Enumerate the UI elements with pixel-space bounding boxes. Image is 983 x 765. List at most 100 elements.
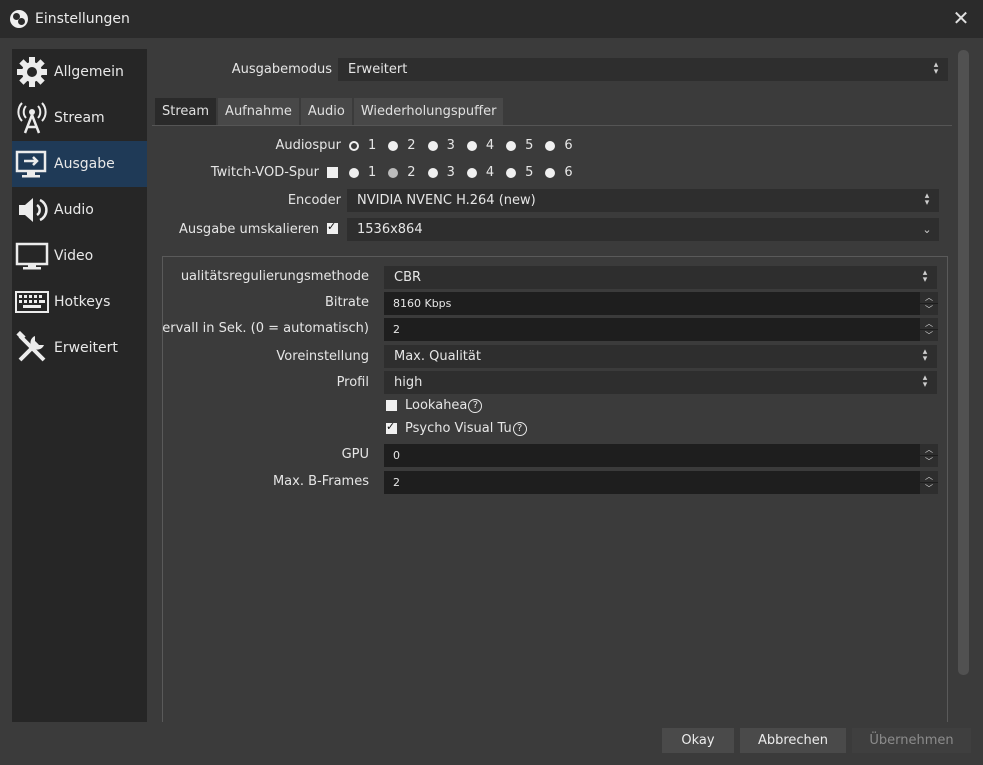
okay-button[interactable]: Okay — [662, 728, 734, 753]
sidebar-item-video[interactable]: Video — [12, 233, 147, 279]
apply-button[interactable]: Übernehmen — [852, 728, 971, 753]
spin-down-icon[interactable]: ﹀ — [920, 330, 938, 341]
preset-value: Max. Qualität — [394, 349, 481, 364]
audio-track-radio-3[interactable] — [427, 140, 438, 151]
tools-icon — [15, 331, 49, 365]
rate-control-select[interactable]: CBR ▴ ▾ — [384, 266, 937, 289]
up-down-chevron-icon: ▴ ▾ — [922, 373, 928, 390]
close-icon[interactable]: ✕ — [951, 8, 971, 28]
bframes-spinbox[interactable]: 2 ︿ ﹀ — [384, 471, 938, 494]
keyboard-icon — [15, 285, 49, 319]
gpu-label: GPU — [341, 447, 369, 462]
vertical-scrollbar[interactable] — [958, 50, 969, 675]
keyframe-interval-value: 2 — [393, 323, 400, 336]
output-tabs: Stream Aufnahme Audio Wiederholungspuffe… — [155, 98, 505, 126]
audio-track-radio-6[interactable] — [545, 140, 556, 151]
bitrate-spinbox[interactable]: 8160 Kbps ︿ ﹀ — [384, 292, 938, 315]
tab-stream[interactable]: Stream — [155, 98, 217, 126]
bframes-value: 2 — [393, 476, 400, 489]
bitrate-label: Bitrate — [324, 295, 369, 310]
radio-label: 3 — [446, 138, 455, 153]
audio-track-radio-5[interactable] — [506, 140, 517, 151]
tab-divider — [152, 125, 952, 126]
preset-select[interactable]: Max. Qualität ▴ ▾ — [384, 345, 937, 368]
twitch-vod-radio-4[interactable] — [466, 167, 477, 178]
sidebar-item-ausgabe[interactable]: Ausgabe — [12, 141, 147, 187]
speaker-icon — [15, 193, 49, 227]
spin-up-icon[interactable]: ︿ — [920, 471, 938, 482]
radio-label: 4 — [485, 138, 495, 153]
preset-label: Voreinstellung — [276, 349, 369, 364]
tab-audio[interactable]: Audio — [300, 98, 352, 126]
sidebar-item-label: Ausgabe — [54, 156, 115, 172]
lookahead-label: Lookahea — [405, 398, 468, 413]
twitch-vod-radio-2[interactable] — [388, 167, 399, 178]
keyframe-interval-spinbox[interactable]: 2 ︿ ﹀ — [384, 318, 938, 341]
monitor-icon — [15, 239, 49, 273]
output-icon — [15, 147, 49, 181]
up-down-chevron-icon: ▴ ▾ — [922, 347, 928, 364]
audio-track-radio-4[interactable] — [466, 140, 477, 151]
profile-label: Profil — [336, 375, 369, 390]
up-down-chevron-icon: ▴ ▾ — [922, 268, 928, 285]
tab-wiederholungspuffer[interactable]: Wiederholungspuffer — [353, 98, 504, 126]
spin-up-icon[interactable]: ︿ — [920, 318, 938, 329]
bframes-label: Max. B-Frames — [272, 474, 369, 489]
encoder-settings-group: ualitätsregulierungsmethode CBR ▴ ▾ Bitra… — [162, 256, 948, 722]
cancel-button[interactable]: Abbrechen — [740, 728, 846, 753]
radio-label: 5 — [525, 138, 534, 153]
output-mode-select[interactable]: Erweitert ▴ ▾ — [338, 58, 948, 81]
twitch-vod-radio-6[interactable] — [545, 167, 556, 178]
sidebar-item-label: Stream — [54, 110, 105, 126]
gpu-spinbox[interactable]: 0 ︿ ﹀ — [384, 444, 938, 467]
radio-label: 6 — [564, 138, 573, 153]
broadcast-icon — [15, 101, 49, 135]
help-icon[interactable]: ? — [468, 398, 483, 413]
twitch-vod-radio-3[interactable] — [427, 167, 438, 178]
radio-label: 4 — [485, 165, 495, 180]
chevron-down-icon: ⌄ — [922, 223, 932, 236]
rescale-checkbox[interactable] — [327, 220, 338, 234]
up-down-chevron-icon: ▴ ▾ — [933, 60, 939, 77]
sidebar-item-allgemein[interactable]: Allgemein — [12, 49, 147, 95]
lookahead-checkbox[interactable] — [386, 400, 397, 411]
output-mode-value: Erweitert — [348, 62, 408, 77]
twitch-vod-radio-group: 1 2 3 4 5 6 — [349, 165, 585, 180]
bitrate-value: 8160 Kbps — [393, 297, 452, 310]
twitch-vod-radio-1[interactable] — [349, 167, 359, 178]
encoder-value: NVIDIA NVENC H.264 (new) — [357, 193, 536, 208]
rescale-resolution-select[interactable]: 1536x864 ⌄ — [347, 218, 939, 241]
gear-icon — [15, 55, 49, 89]
spin-down-icon[interactable]: ﹀ — [920, 456, 938, 467]
up-down-chevron-icon: ▴ ▾ — [924, 191, 930, 208]
tab-aufnahme[interactable]: Aufnahme — [218, 98, 299, 126]
audio-track-radio-1[interactable] — [349, 140, 359, 151]
audio-track-radio-2[interactable] — [388, 140, 399, 151]
radio-label: 5 — [525, 165, 534, 180]
encoder-select[interactable]: NVIDIA NVENC H.264 (new) ▴ ▾ — [347, 189, 939, 212]
spin-down-icon[interactable]: ﹀ — [920, 304, 938, 315]
sidebar-item-label: Video — [54, 248, 94, 264]
spin-up-icon[interactable]: ︿ — [920, 292, 938, 303]
sidebar-item-erweitert[interactable]: Erweitert — [12, 325, 147, 371]
window-title: Einstellungen — [35, 11, 130, 27]
output-settings-panel: Ausgabemodus Erweitert ▴ ▾ Stream Aufnahm… — [152, 49, 952, 722]
psycho-visual-checkbox[interactable] — [386, 420, 397, 434]
twitch-vod-radio-5[interactable] — [506, 167, 517, 178]
lookahead-row: Lookahea ? — [386, 398, 483, 413]
rescale-value: 1536x864 — [357, 222, 423, 237]
profile-select[interactable]: high ▴ ▾ — [384, 371, 937, 394]
twitch-vod-checkbox[interactable] — [327, 167, 338, 178]
audio-track-radio-group: 1 2 3 4 5 6 — [349, 138, 585, 153]
radio-label: 1 — [368, 138, 377, 153]
spin-up-icon[interactable]: ︿ — [920, 444, 938, 455]
radio-label: 2 — [407, 165, 416, 180]
spin-down-icon[interactable]: ﹀ — [920, 483, 938, 494]
help-icon[interactable]: ? — [512, 421, 527, 436]
sidebar-item-audio[interactable]: Audio — [12, 187, 147, 233]
sidebar-item-stream[interactable]: Stream — [12, 95, 147, 141]
sidebar-item-hotkeys[interactable]: Hotkeys — [12, 279, 147, 325]
twitch-vod-label: Twitch-VOD-Spur — [210, 165, 319, 180]
audio-track-label: Audiospur — [275, 138, 341, 153]
rate-control-label: ualitätsregulierungsmethode — [180, 269, 369, 284]
